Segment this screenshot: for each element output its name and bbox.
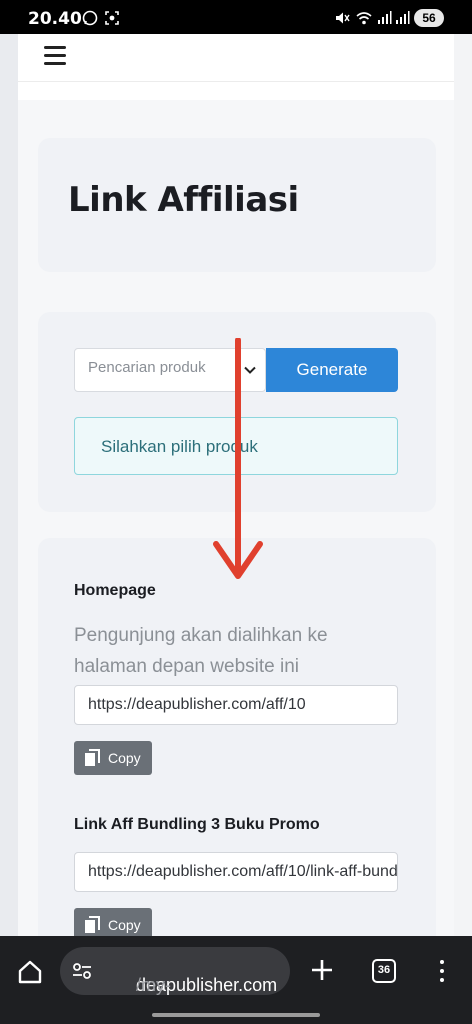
- top-navbar: [18, 34, 454, 82]
- battery-indicator: 56: [414, 9, 444, 27]
- bundling-url-field[interactable]: https://deapublisher.com/aff/10/link-aff…: [74, 852, 398, 892]
- title-card: Link Affiliasi: [38, 138, 436, 272]
- signal-icon: [396, 11, 410, 24]
- address-bar[interactable]: deapublisher.com/my-: [60, 947, 290, 995]
- gesture-handle[interactable]: [152, 1013, 320, 1017]
- bundling-url: https://deapublisher.com/aff/10/link-aff…: [88, 863, 398, 880]
- search-placeholder: Pencarian produk: [88, 359, 206, 376]
- copy-bundling-button[interactable]: Copy: [74, 908, 152, 936]
- tab-switcher-icon[interactable]: 36: [372, 959, 396, 983]
- copy-icon: [85, 916, 100, 933]
- annotation-arrow: [213, 338, 263, 579]
- homepage-url-field[interactable]: https://deapublisher.com/aff/10: [74, 685, 398, 725]
- affiliate-links-card: Homepage Pengunjung akan dialihkan ke ha…: [38, 538, 436, 936]
- page-gutter: [0, 34, 18, 936]
- whatsapp-icon: [82, 10, 98, 26]
- copy-label: Copy: [108, 750, 141, 766]
- page-gutter: [454, 34, 472, 936]
- homepage-description: Pengunjung akan dialihkan ke halaman dep…: [74, 625, 328, 677]
- url-path: /my-: [136, 975, 171, 995]
- wifi-icon: [356, 12, 372, 25]
- copy-homepage-button[interactable]: Copy: [74, 741, 152, 775]
- web-page: Link Affiliasi Pencarian produk Generate…: [0, 34, 472, 936]
- mute-icon: [336, 12, 350, 24]
- generate-button[interactable]: Generate: [266, 348, 398, 392]
- status-bar: 20.40 56: [0, 0, 472, 34]
- signal-icon: [378, 11, 392, 24]
- bundling-label: Link Aff Bundling 3 Buku Promo: [74, 816, 320, 833]
- site-settings-icon: [73, 963, 91, 979]
- status-time: 20.40: [28, 9, 82, 29]
- more-menu-icon[interactable]: [438, 960, 446, 984]
- page-title: Link Affiliasi: [68, 180, 299, 220]
- new-tab-plus-icon[interactable]: [310, 958, 334, 982]
- homepage-label: Homepage: [74, 582, 156, 599]
- screen-record-icon: [105, 11, 119, 25]
- homepage-url: https://deapublisher.com/aff/10: [88, 696, 306, 713]
- copy-icon: [85, 749, 100, 766]
- hamburger-menu-icon[interactable]: [44, 46, 66, 65]
- copy-label: Copy: [108, 917, 141, 933]
- browser-toolbar: deapublisher.com/my- 36: [0, 936, 472, 1024]
- home-icon[interactable]: [16, 958, 44, 986]
